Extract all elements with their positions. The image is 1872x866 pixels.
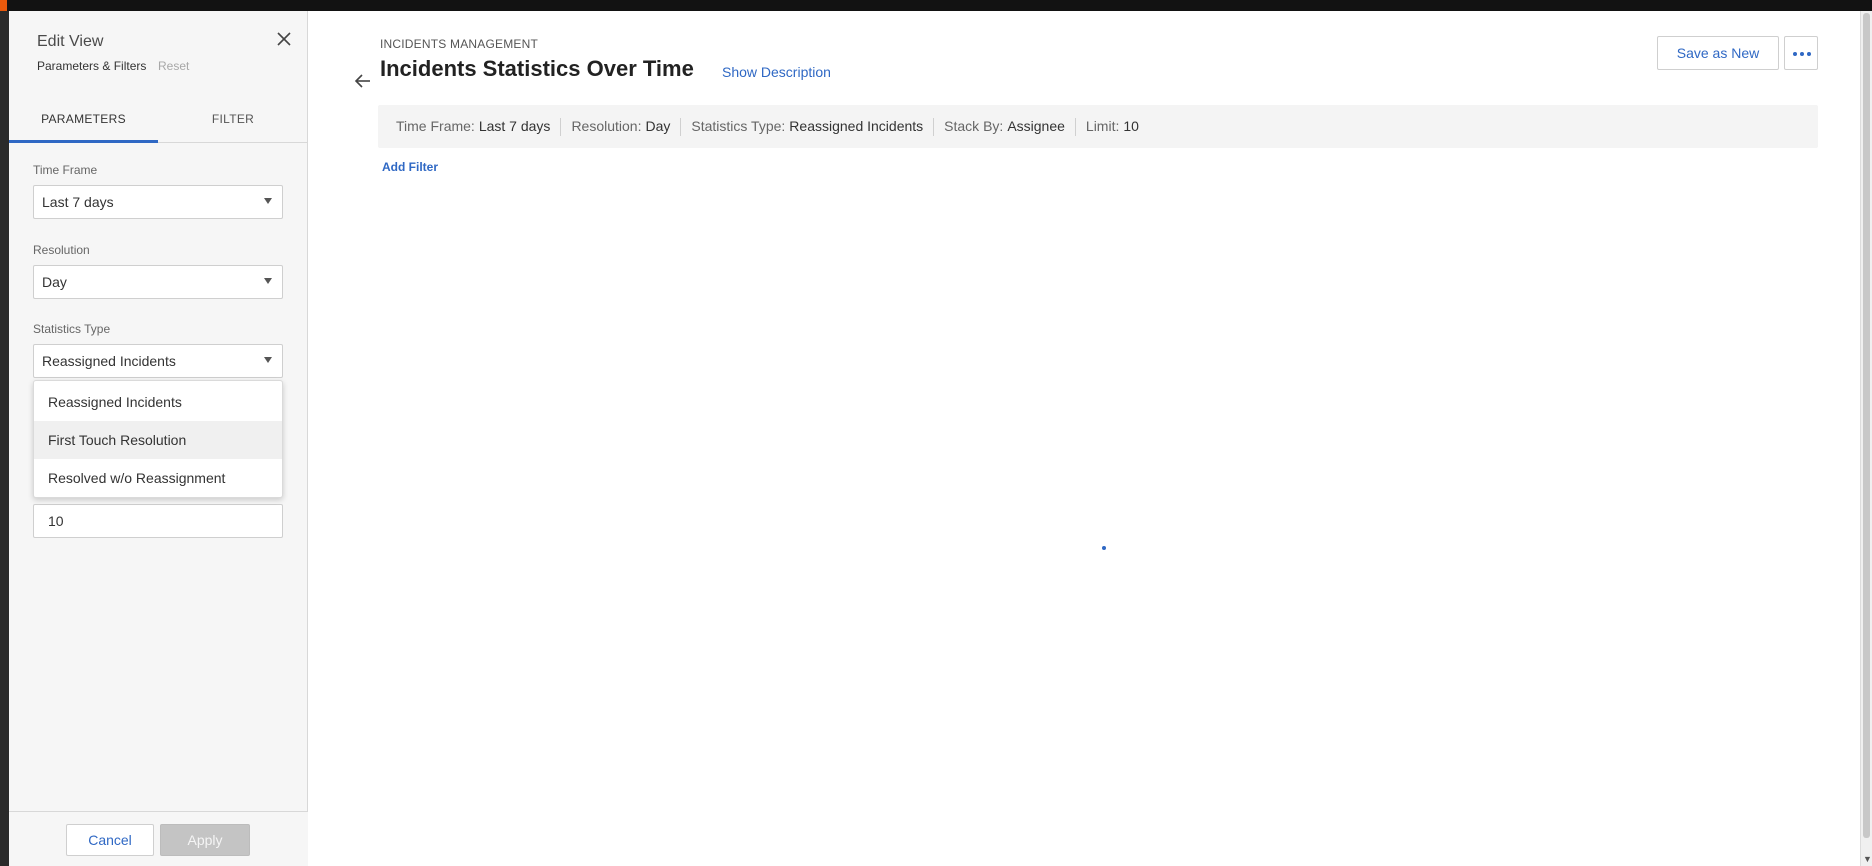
main-content: INCIDENTS MANAGEMENT Incidents Statistic…	[309, 11, 1860, 866]
loading-indicator	[1102, 546, 1106, 550]
time-frame-value: Last 7 days	[42, 194, 114, 210]
panel-footer: Cancel Apply	[9, 811, 308, 866]
divider	[560, 118, 562, 137]
add-filter-link[interactable]: Add Filter	[382, 160, 438, 174]
summary-key: Resolution:	[571, 118, 642, 134]
summary-value: 10	[1123, 118, 1139, 134]
summary-stack-by: Stack By: Assignee	[944, 105, 1065, 148]
chevron-down-icon	[264, 198, 272, 204]
page-title: Incidents Statistics Over Time	[380, 56, 694, 81]
apply-button[interactable]: Apply	[160, 824, 250, 856]
dropdown-option-first-touch[interactable]: First Touch Resolution	[34, 421, 282, 459]
cancel-button[interactable]: Cancel	[66, 824, 154, 856]
summary-time-frame: Time Frame: Last 7 days	[396, 105, 550, 148]
show-description-link[interactable]: Show Description	[722, 64, 831, 80]
resolution-label: Resolution	[33, 243, 90, 257]
tab-parameters[interactable]: PARAMETERS	[9, 105, 158, 143]
summary-value: Reassigned Incidents	[789, 118, 924, 134]
back-arrow-icon[interactable]	[353, 71, 373, 91]
statistics-type-value: Reassigned Incidents	[42, 353, 176, 369]
resolution-value: Day	[42, 274, 67, 290]
scrollbar-thumb[interactable]	[1863, 13, 1870, 838]
summary-limit: Limit: 10	[1086, 105, 1139, 148]
time-frame-select[interactable]: Last 7 days	[33, 185, 283, 219]
panel-title: Edit View	[37, 33, 104, 50]
panel-subtitle: Parameters & Filters	[37, 59, 147, 73]
time-frame-label: Time Frame	[33, 163, 98, 177]
divider	[680, 118, 682, 137]
summary-key: Statistics Type:	[691, 118, 786, 134]
edit-view-panel: Edit View Parameters & Filters Reset PAR…	[9, 11, 308, 866]
summary-key: Stack By:	[944, 118, 1004, 134]
reset-link[interactable]: Reset	[158, 59, 189, 73]
panel-tabs: PARAMETERS FILTER	[9, 105, 308, 143]
divider	[1074, 118, 1076, 137]
top-bar	[0, 0, 1872, 11]
brand-accent	[0, 0, 7, 11]
window-left-edge	[0, 11, 9, 866]
app-window: Edit View Parameters & Filters Reset PAR…	[9, 11, 1860, 866]
breadcrumb: INCIDENTS MANAGEMENT	[380, 37, 539, 51]
divider	[933, 118, 935, 137]
summary-value: Assignee	[1007, 118, 1065, 134]
limit-input[interactable]: 10	[33, 504, 283, 538]
scroll-down-icon[interactable]: ▼	[1863, 854, 1872, 864]
resolution-select[interactable]: Day	[33, 265, 283, 299]
summary-value: Last 7 days	[478, 118, 551, 134]
chevron-down-icon	[264, 357, 272, 363]
summary-statistics-type: Statistics Type: Reassigned Incidents	[691, 105, 923, 148]
chevron-down-icon	[264, 278, 272, 284]
statistics-type-dropdown: Reassigned Incidents First Touch Resolut…	[33, 380, 283, 498]
statistics-type-select[interactable]: Reassigned Incidents	[33, 344, 283, 378]
dropdown-option-reassigned[interactable]: Reassigned Incidents	[34, 383, 282, 421]
statistics-type-label: Statistics Type	[33, 322, 111, 336]
close-icon[interactable]	[273, 28, 295, 50]
summary-key: Time Frame:	[396, 118, 475, 134]
summary-key: Limit:	[1085, 118, 1120, 134]
summary-value: Day	[645, 118, 671, 134]
parameters-summary-bar: Time Frame: Last 7 days Resolution: Day Stat…	[378, 105, 1818, 148]
tab-filter[interactable]: FILTER	[158, 105, 308, 143]
summary-resolution: Resolution: Day	[571, 105, 670, 148]
scrollbar[interactable]: ▼	[1860, 11, 1872, 866]
save-as-new-button[interactable]: Save as New	[1657, 36, 1779, 70]
dropdown-option-resolved-wo-reassignment[interactable]: Resolved w/o Reassignment	[34, 459, 282, 497]
more-options-icon[interactable]	[1784, 36, 1818, 70]
